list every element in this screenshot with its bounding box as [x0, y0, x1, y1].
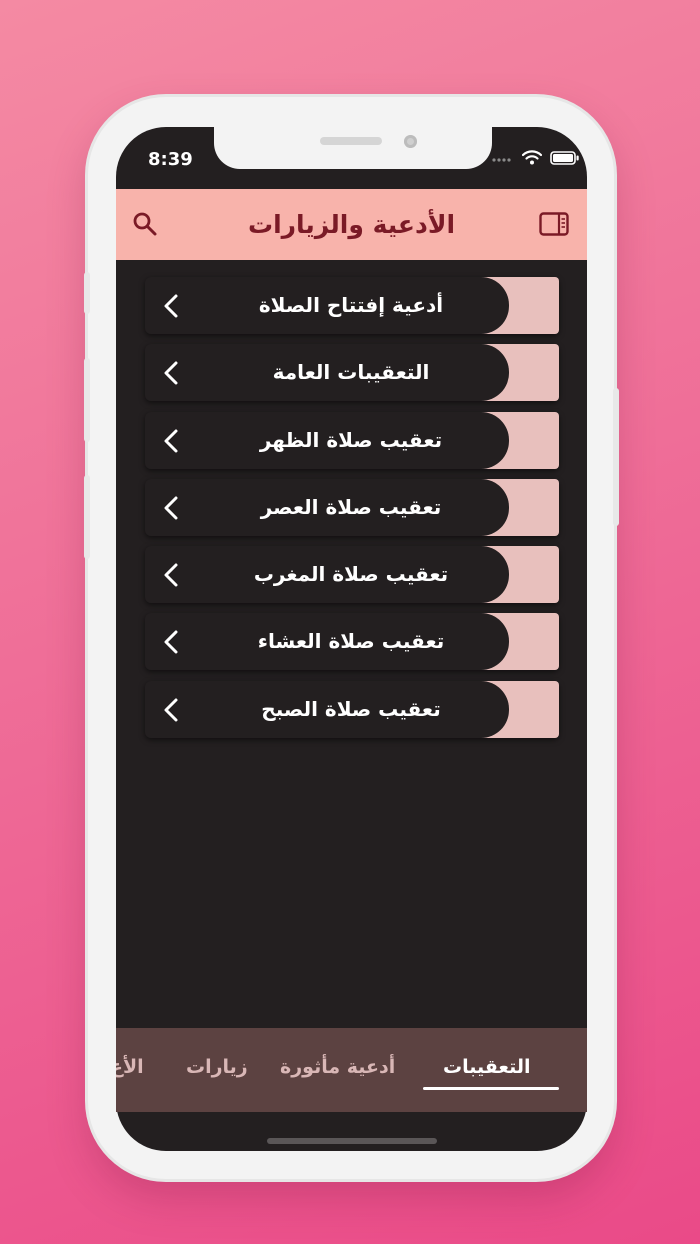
bottom-tab-bar: التعقيبات أدعية مأثورة زيارات الأع	[116, 1028, 587, 1112]
chevron-left-icon	[164, 496, 178, 520]
list-item-label: أدعية إفتتاح الصلاة	[258, 293, 444, 317]
list-item[interactable]: تعقيب صلاة العشاء	[145, 613, 559, 671]
active-tab-indicator	[423, 1087, 559, 1090]
chevron-left-icon	[164, 563, 178, 587]
menu-list: أدعية إفتتاح الصلاة التعقيبات العامة تعق…	[145, 277, 559, 748]
page-title: الأدعية والزيارات	[247, 210, 456, 239]
list-item-label: تعقيب صلاة الصبح	[261, 696, 441, 721]
list-item[interactable]: تعقيب صلاة العصر	[145, 478, 559, 536]
status-icons	[492, 150, 580, 165]
list-item[interactable]: تعقيب صلاة الصبح	[145, 680, 559, 738]
front-camera	[404, 135, 417, 148]
notch	[214, 127, 492, 169]
chevron-left-icon	[164, 294, 178, 318]
list-item-label: تعقيب صلاة العصر	[260, 494, 442, 519]
chevron-left-icon	[164, 361, 178, 385]
list-item[interactable]: أدعية إفتتاح الصلاة	[145, 277, 559, 334]
mute-switch	[84, 272, 90, 314]
power-button	[613, 388, 619, 526]
sidebar-panel-icon[interactable]	[539, 212, 569, 236]
chevron-left-icon	[164, 698, 178, 722]
signal-icon	[492, 157, 511, 162]
tab-adiya-mathura[interactable]: أدعية مأثورة	[280, 1056, 395, 1078]
volume-up-button	[84, 358, 90, 442]
list-item[interactable]: التعقيبات العامة	[145, 344, 559, 402]
tab-taqibat[interactable]: التعقيبات	[443, 1056, 531, 1078]
home-indicator[interactable]	[267, 1138, 437, 1144]
tab-aamal[interactable]: الأع	[116, 1056, 144, 1078]
chevron-left-icon	[164, 429, 178, 453]
list-item-label: تعقيب صلاة المغرب	[253, 562, 449, 587]
chevron-left-icon	[164, 630, 178, 654]
list-item[interactable]: تعقيب صلاة الظهر	[145, 411, 559, 469]
speaker-grille	[320, 137, 382, 145]
list-item-label: تعقيب صلاة العشاء	[257, 629, 445, 654]
wifi-icon	[522, 150, 542, 165]
volume-down-button	[84, 475, 90, 559]
list-item-label: تعقيب صلاة الظهر	[259, 427, 443, 452]
status-time: 8:39	[148, 149, 193, 170]
list-item[interactable]: تعقيب صلاة المغرب	[145, 546, 559, 604]
list-item-label: التعقيبات العامة	[272, 360, 430, 385]
battery-icon	[550, 150, 579, 165]
search-icon[interactable]	[132, 211, 158, 237]
app-header: الأدعية والزيارات	[116, 189, 587, 260]
tab-ziyarat[interactable]: زيارات	[186, 1056, 248, 1078]
